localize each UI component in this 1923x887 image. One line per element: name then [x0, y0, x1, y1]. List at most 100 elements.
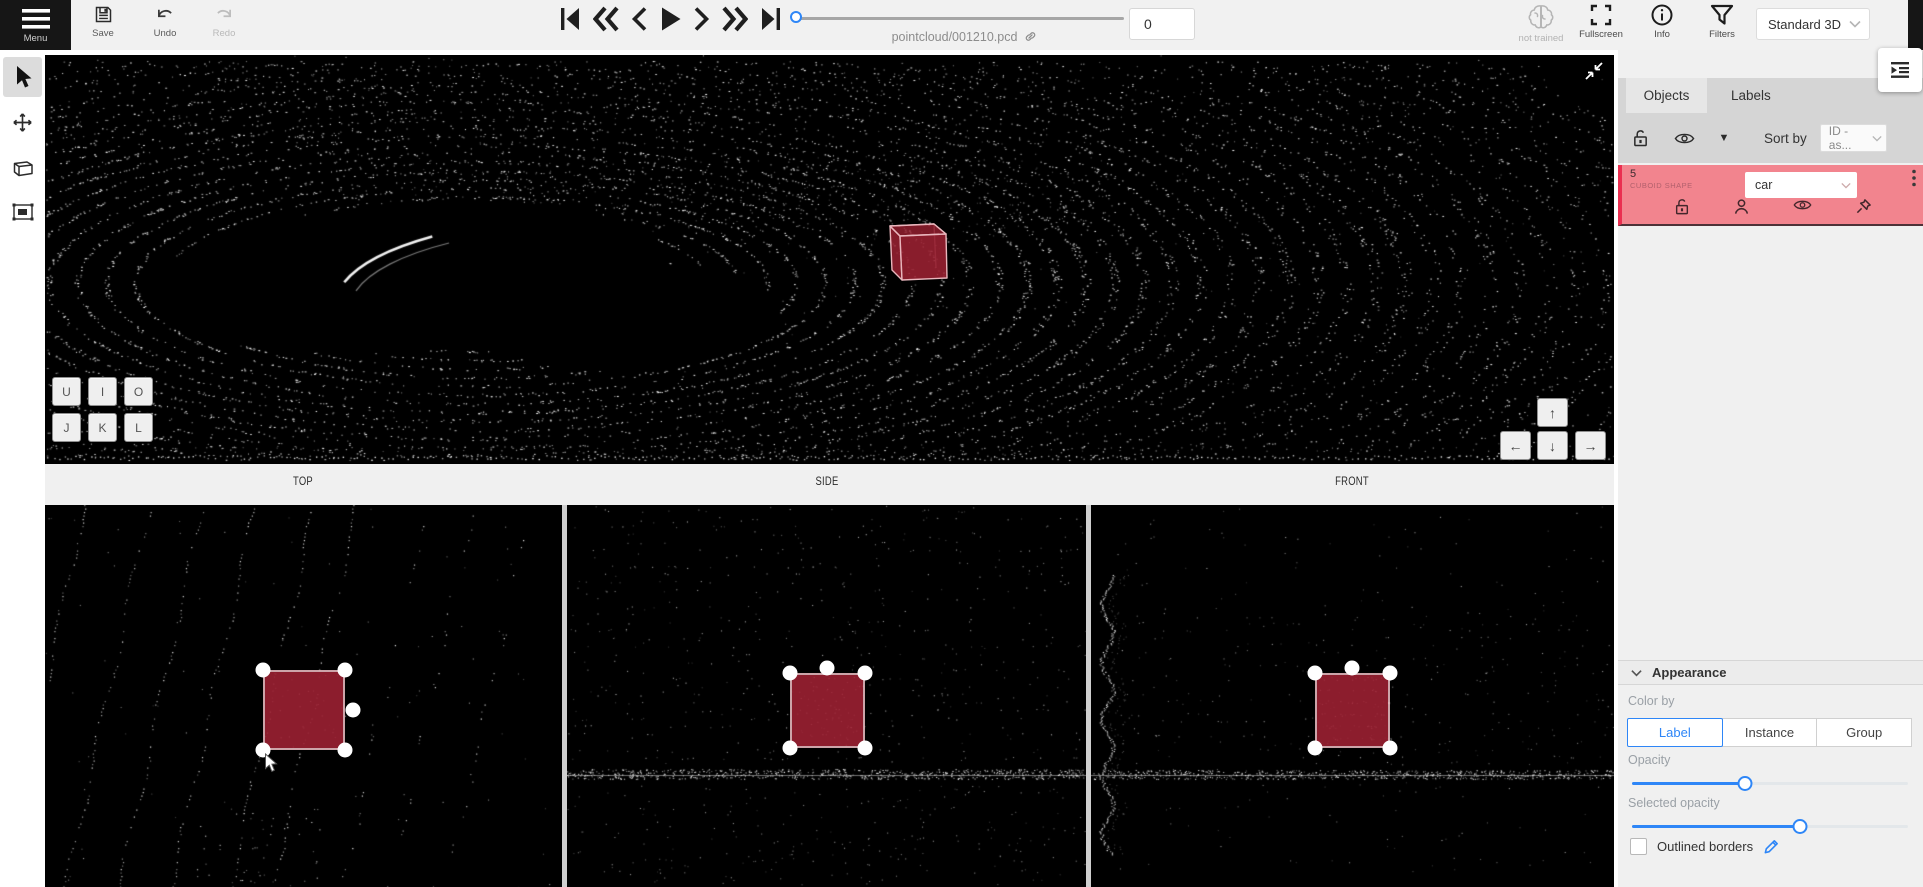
view-mode-select[interactable]: Standard 3D	[1756, 8, 1870, 40]
timeline-track[interactable]	[791, 17, 1124, 20]
object-class-value: car	[1755, 178, 1841, 192]
resize-handle[interactable]	[1308, 741, 1323, 756]
arrow-down-key[interactable]: ↓	[1537, 431, 1568, 460]
sort-select[interactable]: ID - as...	[1820, 124, 1887, 152]
tab-objects[interactable]: Objects	[1626, 78, 1707, 113]
link-icon[interactable]	[1023, 29, 1038, 44]
top-view-panel[interactable]	[45, 505, 562, 887]
skip-to-start-button[interactable]	[558, 6, 582, 32]
slider-knob[interactable]	[1738, 776, 1753, 791]
resize-handle[interactable]	[783, 666, 798, 681]
hotkey-u[interactable]: U	[52, 377, 81, 406]
cuboid-annotation-3d[interactable]	[880, 215, 965, 290]
undo-label: Undo	[154, 28, 177, 39]
cuboid-tool-button[interactable]	[3, 147, 42, 187]
lock-all-icon[interactable]	[1618, 129, 1662, 147]
fullscreen-label: Fullscreen	[1579, 29, 1623, 40]
ortho-views	[45, 505, 1614, 887]
arrow-up-key[interactable]: ↑	[1537, 398, 1568, 427]
selected-opacity-label: Selected opacity	[1628, 796, 1720, 810]
visibility-all-icon[interactable]	[1662, 131, 1706, 146]
hotkey-o[interactable]: O	[124, 377, 153, 406]
frame-timeline-slider[interactable]	[791, 14, 1124, 24]
appearance-section-header[interactable]: Appearance	[1618, 660, 1923, 685]
filename-row: pointcloud/001210.pcd	[800, 29, 1130, 44]
color-by-label-button[interactable]: Label	[1627, 718, 1723, 747]
appearance-title: Appearance	[1652, 665, 1726, 680]
timeline-knob[interactable]	[790, 11, 802, 23]
top-toolbar: Menu Save Undo Redo	[0, 0, 1923, 50]
slider-knob[interactable]	[1793, 819, 1808, 834]
filters-button[interactable]: Filters	[1686, 3, 1758, 40]
selected-opacity-slider[interactable]	[1632, 818, 1908, 834]
undo-button[interactable]: Undo	[137, 4, 193, 39]
outlined-borders-row: Outlined borders	[1630, 838, 1780, 855]
front-view-panel[interactable]	[1091, 505, 1614, 887]
filename-label: pointcloud/001210.pcd	[892, 30, 1018, 44]
rotate-handle[interactable]	[346, 703, 361, 718]
view-mode-value: Standard 3D	[1768, 17, 1849, 32]
resize-handle[interactable]	[1383, 741, 1398, 756]
play-button[interactable]	[659, 6, 682, 32]
rotate-handle[interactable]	[1345, 661, 1360, 676]
resize-handle[interactable]	[338, 663, 353, 678]
tab-labels[interactable]: Labels	[1707, 78, 1771, 113]
chevron-down-icon	[1631, 669, 1642, 677]
arrow-left-key[interactable]: ←	[1500, 431, 1531, 460]
cuboid-annotation-front[interactable]	[1315, 673, 1390, 748]
object-visibility-icon[interactable]	[1793, 198, 1812, 215]
resize-handle[interactable]	[858, 666, 873, 681]
opacity-slider[interactable]	[1632, 775, 1908, 791]
hotkey-k[interactable]: K	[88, 413, 117, 442]
object-lock-icon[interactable]	[1674, 198, 1690, 215]
arrow-right-key[interactable]: →	[1575, 431, 1606, 460]
redo-button[interactable]: Redo	[196, 4, 252, 39]
hotkey-j[interactable]: J	[52, 413, 81, 442]
pointcloud-canvas[interactable]	[45, 55, 1614, 464]
save-icon	[93, 4, 114, 25]
front-view-label: FRONT	[1331, 476, 1372, 488]
select-tool-button[interactable]	[3, 57, 42, 97]
left-tool-rail	[0, 50, 45, 887]
resize-handle[interactable]	[858, 741, 873, 756]
resize-handle[interactable]	[783, 741, 798, 756]
cuboid-annotation-side[interactable]	[790, 673, 865, 748]
object-list-item[interactable]: 5 CUBOID SHAPE car	[1618, 165, 1923, 226]
undo-icon	[154, 4, 176, 25]
object-pin-icon[interactable]	[1855, 198, 1872, 215]
object-owner-icon[interactable]	[1733, 198, 1750, 215]
resize-handle[interactable]	[256, 663, 271, 678]
menu-button[interactable]: Menu	[0, 0, 71, 50]
object-menu-icon[interactable]	[1912, 169, 1916, 187]
resize-handle[interactable]	[1383, 666, 1398, 681]
ortho-label-strip: TOP SIDE FRONT	[45, 464, 1614, 505]
outlined-borders-checkbox[interactable]	[1630, 838, 1647, 855]
skip-to-end-button[interactable]	[759, 6, 783, 32]
save-button[interactable]: Save	[75, 4, 131, 39]
next-frame-button[interactable]	[693, 6, 710, 32]
toggle-panel-button[interactable]	[1878, 48, 1922, 92]
cuboid-annotation-top[interactable]	[263, 670, 345, 750]
frame-number-input[interactable]	[1129, 8, 1195, 40]
main-3d-view[interactable]: U I O J K L ↑ ← ↓ →	[45, 55, 1614, 464]
fast-forward-button[interactable]	[721, 6, 748, 32]
color-by-label: Color by	[1628, 694, 1675, 708]
previous-frame-button[interactable]	[631, 6, 648, 32]
resize-handle[interactable]	[1308, 666, 1323, 681]
color-by-group-button[interactable]: Group	[1816, 718, 1912, 747]
dropdown-caret-icon[interactable]: ▼	[1706, 132, 1742, 144]
hotkey-i[interactable]: I	[88, 377, 117, 406]
object-class-select[interactable]: car	[1745, 172, 1857, 198]
color-by-instance-button[interactable]: Instance	[1722, 718, 1818, 747]
color-picker-pencil-icon[interactable]	[1763, 838, 1780, 855]
collapse-view-icon[interactable]	[1583, 60, 1605, 82]
move-tool-button[interactable]	[3, 102, 42, 142]
side-view-panel[interactable]	[567, 505, 1086, 887]
image-annotation-tool-button[interactable]	[3, 192, 42, 232]
resize-handle[interactable]	[338, 743, 353, 758]
rotate-handle[interactable]	[820, 661, 835, 676]
color-by-group: Label Instance Group	[1628, 718, 1912, 747]
hotkey-l[interactable]: L	[124, 413, 153, 442]
pointer-icon	[12, 65, 34, 89]
fast-rewind-button[interactable]	[593, 6, 620, 32]
